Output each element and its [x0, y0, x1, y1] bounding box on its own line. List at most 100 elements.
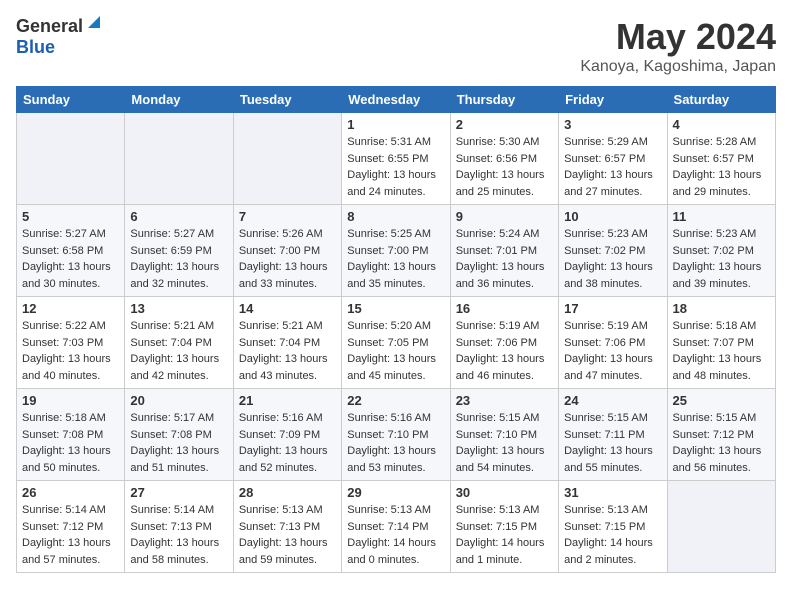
day-info: Sunrise: 5:20 AMSunset: 7:05 PMDaylight:… [347, 318, 444, 384]
daylight-text: Daylight: 13 hours and 27 minutes. [564, 167, 661, 200]
daylight-text: Daylight: 13 hours and 48 minutes. [673, 351, 770, 384]
daylight-text: Daylight: 13 hours and 55 minutes. [564, 443, 661, 476]
daylight-text: Daylight: 13 hours and 45 minutes. [347, 351, 444, 384]
day-number: 4 [673, 117, 770, 132]
calendar-cell: 20Sunrise: 5:17 AMSunset: 7:08 PMDayligh… [125, 389, 233, 481]
daylight-text: Daylight: 13 hours and 51 minutes. [130, 443, 227, 476]
calendar-cell [233, 113, 341, 205]
calendar-cell: 23Sunrise: 5:15 AMSunset: 7:10 PMDayligh… [450, 389, 558, 481]
day-number: 21 [239, 393, 336, 408]
sunrise-text: Sunrise: 5:21 AM [239, 318, 336, 335]
day-number: 17 [564, 301, 661, 316]
day-info: Sunrise: 5:21 AMSunset: 7:04 PMDaylight:… [239, 318, 336, 384]
sunset-text: Sunset: 7:13 PM [239, 519, 336, 536]
day-info: Sunrise: 5:23 AMSunset: 7:02 PMDaylight:… [673, 226, 770, 292]
week-row-3: 12Sunrise: 5:22 AMSunset: 7:03 PMDayligh… [17, 297, 776, 389]
day-info: Sunrise: 5:19 AMSunset: 7:06 PMDaylight:… [564, 318, 661, 384]
calendar-cell [17, 113, 125, 205]
day-info: Sunrise: 5:17 AMSunset: 7:08 PMDaylight:… [130, 410, 227, 476]
day-number: 30 [456, 485, 553, 500]
calendar-cell: 27Sunrise: 5:14 AMSunset: 7:13 PMDayligh… [125, 481, 233, 573]
day-info: Sunrise: 5:27 AMSunset: 6:58 PMDaylight:… [22, 226, 119, 292]
day-info: Sunrise: 5:29 AMSunset: 6:57 PMDaylight:… [564, 134, 661, 200]
sunset-text: Sunset: 7:12 PM [22, 519, 119, 536]
calendar-cell: 5Sunrise: 5:27 AMSunset: 6:58 PMDaylight… [17, 205, 125, 297]
sunrise-text: Sunrise: 5:22 AM [22, 318, 119, 335]
day-number: 26 [22, 485, 119, 500]
sunset-text: Sunset: 7:02 PM [564, 243, 661, 260]
sunrise-text: Sunrise: 5:26 AM [239, 226, 336, 243]
day-number: 29 [347, 485, 444, 500]
sunrise-text: Sunrise: 5:20 AM [347, 318, 444, 335]
sunrise-text: Sunrise: 5:14 AM [130, 502, 227, 519]
sunrise-text: Sunrise: 5:30 AM [456, 134, 553, 151]
calendar-cell: 1Sunrise: 5:31 AMSunset: 6:55 PMDaylight… [342, 113, 450, 205]
sunset-text: Sunset: 7:04 PM [239, 335, 336, 352]
sunrise-text: Sunrise: 5:17 AM [130, 410, 227, 427]
sunset-text: Sunset: 7:13 PM [130, 519, 227, 536]
sunset-text: Sunset: 7:02 PM [673, 243, 770, 260]
sunset-text: Sunset: 7:10 PM [347, 427, 444, 444]
day-info: Sunrise: 5:15 AMSunset: 7:12 PMDaylight:… [673, 410, 770, 476]
page-header: General Blue May 2024 Kanoya, Kagoshima,… [16, 16, 776, 76]
calendar-cell: 9Sunrise: 5:24 AMSunset: 7:01 PMDaylight… [450, 205, 558, 297]
sunrise-text: Sunrise: 5:15 AM [456, 410, 553, 427]
calendar-cell: 21 Sunrise: 5:16 AMSunset: 7:09 PMDayligh… [233, 389, 341, 481]
sunset-text: Sunset: 7:04 PM [130, 335, 227, 352]
sunset-text: Sunset: 7:09 PM [239, 427, 336, 444]
sunrise-text: Sunrise: 5:31 AM [347, 134, 444, 151]
col-wednesday: Wednesday [342, 87, 450, 113]
calendar-cell: 15 Sunrise: 5:20 AMSunset: 7:05 PMDayligh… [342, 297, 450, 389]
sunrise-text: Sunrise: 5:21 AM [130, 318, 227, 335]
daylight-text: Daylight: 13 hours and 36 minutes. [456, 259, 553, 292]
col-thursday: Thursday [450, 87, 558, 113]
day-number: 6 [130, 209, 227, 224]
sunrise-text: Sunrise: 5:16 AM [347, 410, 444, 427]
day-info: Sunrise: 5:13 AMSunset: 7:13 PMDaylight:… [239, 502, 336, 568]
day-info: Sunrise: 5:30 AMSunset: 6:56 PMDaylight:… [456, 134, 553, 200]
col-tuesday: Tuesday [233, 87, 341, 113]
sunset-text: Sunset: 7:08 PM [130, 427, 227, 444]
day-info: Sunrise: 5:14 AMSunset: 7:13 PMDaylight:… [130, 502, 227, 568]
day-info: Sunrise: 5:19 AMSunset: 7:06 PMDaylight:… [456, 318, 553, 384]
sunset-text: Sunset: 7:05 PM [347, 335, 444, 352]
calendar-cell: 11 Sunrise: 5:23 AMSunset: 7:02 PMDayligh… [667, 205, 775, 297]
calendar-table: Sunday Monday Tuesday Wednesday Thursday… [16, 86, 776, 573]
sunset-text: Sunset: 6:58 PM [22, 243, 119, 260]
sunset-text: Sunset: 7:14 PM [347, 519, 444, 536]
calendar-cell: 10Sunrise: 5:23 AMSunset: 7:02 PMDayligh… [559, 205, 667, 297]
daylight-text: Daylight: 13 hours and 57 minutes. [22, 535, 119, 568]
col-sunday: Sunday [17, 87, 125, 113]
day-info: Sunrise: 5:16 AMSunset: 7:09 PMDaylight:… [239, 410, 336, 476]
day-number: 11 [673, 209, 770, 224]
sunrise-text: Sunrise: 5:13 AM [564, 502, 661, 519]
sunrise-text: Sunrise: 5:27 AM [130, 226, 227, 243]
daylight-text: Daylight: 13 hours and 39 minutes. [673, 259, 770, 292]
day-number: 8 [347, 209, 444, 224]
sunset-text: Sunset: 6:56 PM [456, 151, 553, 168]
sunset-text: Sunset: 6:57 PM [564, 151, 661, 168]
sunset-text: Sunset: 7:00 PM [239, 243, 336, 260]
location-title: Kanoya, Kagoshima, Japan [580, 58, 776, 76]
sunrise-text: Sunrise: 5:14 AM [22, 502, 119, 519]
sunset-text: Sunset: 7:07 PM [673, 335, 770, 352]
day-number: 28 [239, 485, 336, 500]
sunrise-text: Sunrise: 5:15 AM [564, 410, 661, 427]
logo-general-text: General [16, 16, 83, 37]
day-info: Sunrise: 5:18 AMSunset: 7:07 PMDaylight:… [673, 318, 770, 384]
day-number: 15 [347, 301, 444, 316]
calendar-cell: 29Sunrise: 5:13 AMSunset: 7:14 PMDayligh… [342, 481, 450, 573]
week-row-4: 19Sunrise: 5:18 AMSunset: 7:08 PMDayligh… [17, 389, 776, 481]
sunrise-text: Sunrise: 5:23 AM [564, 226, 661, 243]
month-title: May 2024 [580, 16, 776, 58]
calendar-cell: 25Sunrise: 5:15 AMSunset: 7:12 PMDayligh… [667, 389, 775, 481]
day-number: 31 [564, 485, 661, 500]
logo-blue-text: Blue [16, 37, 55, 57]
sunrise-text: Sunrise: 5:23 AM [673, 226, 770, 243]
sunrise-text: Sunrise: 5:18 AM [22, 410, 119, 427]
day-number: 24 [564, 393, 661, 408]
day-info: Sunrise: 5:21 AMSunset: 7:04 PMDaylight:… [130, 318, 227, 384]
daylight-text: Daylight: 13 hours and 47 minutes. [564, 351, 661, 384]
calendar-cell: 13Sunrise: 5:21 AMSunset: 7:04 PMDayligh… [125, 297, 233, 389]
calendar-header-row: Sunday Monday Tuesday Wednesday Thursday… [17, 87, 776, 113]
